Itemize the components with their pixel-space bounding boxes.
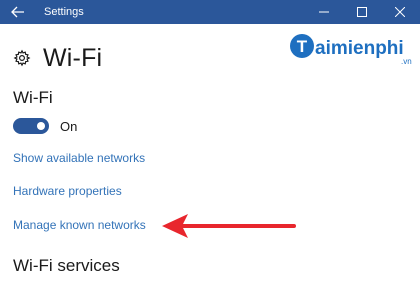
title-bar: Settings: [0, 0, 420, 24]
manage-known-networks-link[interactable]: Manage known networks: [13, 218, 146, 232]
watermark-logo: T aimienphi .vn: [290, 34, 412, 66]
svg-text:T: T: [297, 37, 308, 56]
show-available-networks-link[interactable]: Show available networks: [13, 151, 145, 165]
back-button[interactable]: [0, 0, 36, 24]
wifi-toggle-label: On: [60, 118, 78, 134]
svg-text:.vn: .vn: [401, 57, 412, 66]
maximize-icon: [357, 7, 367, 17]
app-title: Settings: [44, 6, 84, 18]
maximize-button[interactable]: [343, 0, 381, 24]
gear-icon: [13, 49, 31, 67]
toggle-knob: [37, 122, 45, 130]
close-button[interactable]: [381, 0, 419, 24]
wifi-toggle[interactable]: [13, 118, 49, 134]
close-icon: [395, 7, 405, 17]
minimize-button[interactable]: [305, 0, 343, 24]
settings-window: Settings Wi-Fi Wi-Fi On Show available n…: [0, 0, 420, 293]
hardware-properties-link[interactable]: Hardware properties: [13, 184, 122, 198]
wifi-services-title: Wi-Fi services: [13, 256, 120, 275]
wifi-toggle-row: On: [13, 116, 77, 136]
svg-text:aimienphi: aimienphi: [315, 38, 404, 59]
page-header: Wi-Fi: [13, 42, 102, 74]
minimize-icon: [319, 11, 329, 13]
arrow-left-icon: [11, 6, 24, 18]
wifi-section-title: Wi-Fi: [13, 88, 53, 107]
page-title: Wi-Fi: [43, 43, 103, 72]
annotation-arrow-icon: [162, 214, 296, 238]
